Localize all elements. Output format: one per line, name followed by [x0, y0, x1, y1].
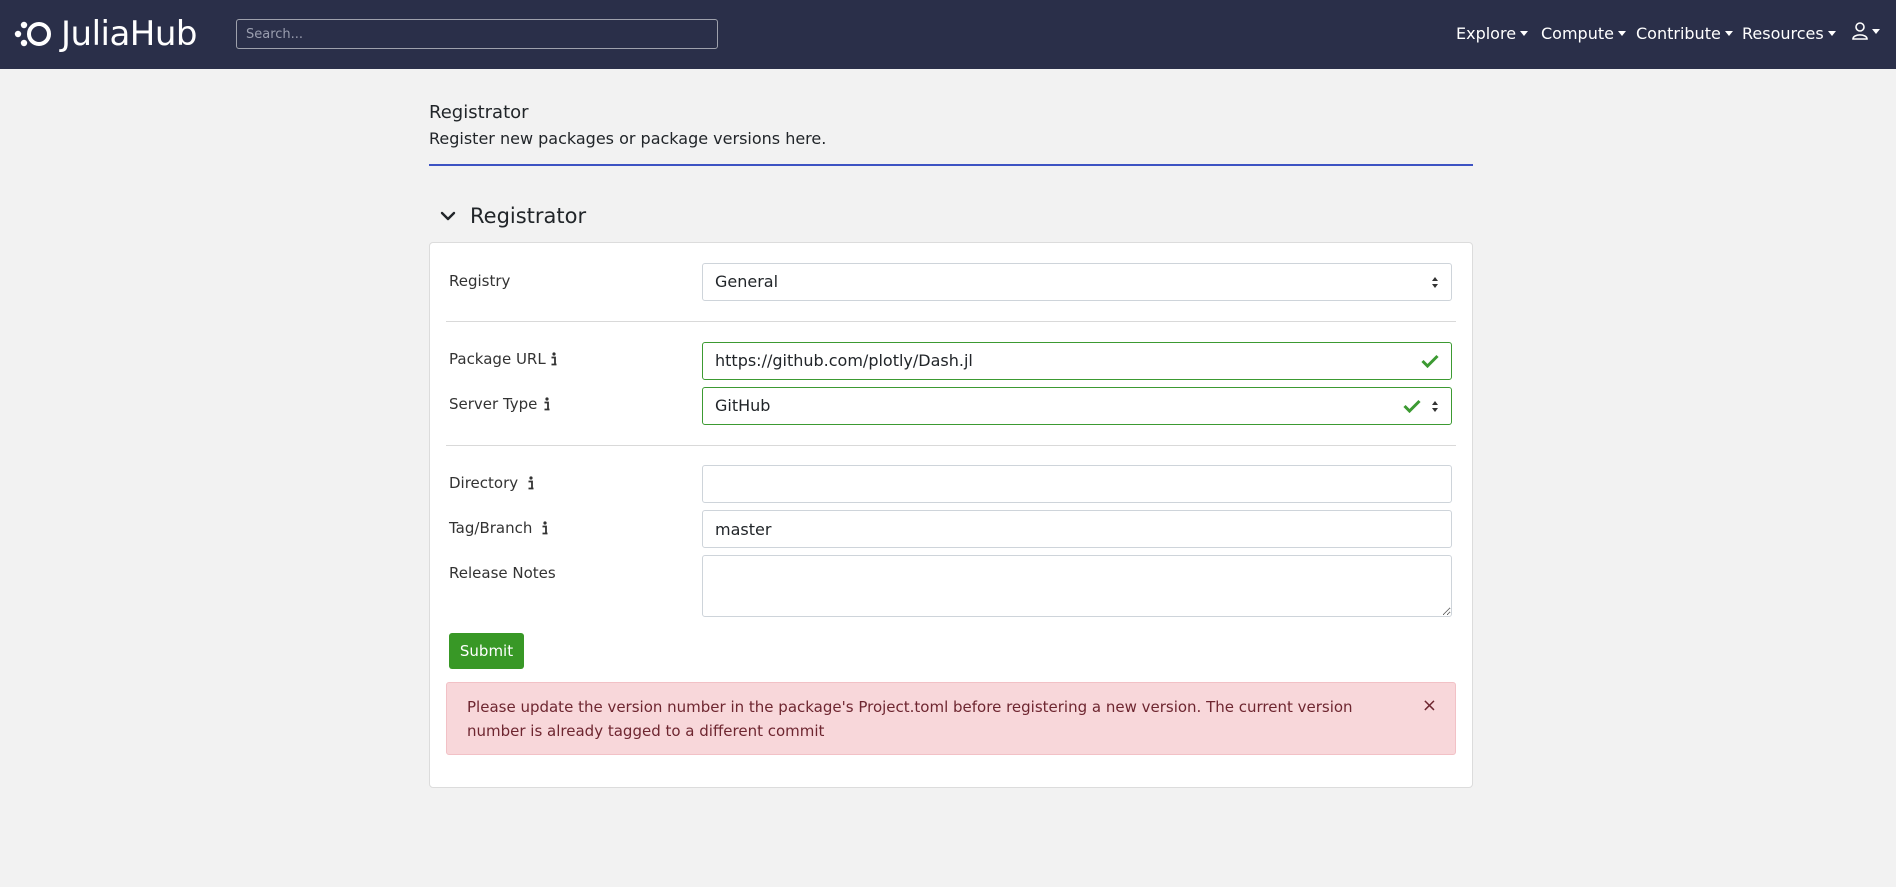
nav-contribute-label: Contribute	[1636, 24, 1721, 43]
nav-compute-label: Compute	[1541, 24, 1614, 43]
info-icon[interactable]	[550, 352, 558, 367]
close-icon[interactable]: ×	[1422, 695, 1437, 717]
directory-label: Directory	[449, 474, 519, 492]
brand-logo[interactable]: JuliaHub	[13, 14, 198, 54]
search-input[interactable]	[236, 19, 718, 49]
nav-contribute[interactable]: Contribute	[1636, 22, 1733, 46]
registry-select[interactable]: General	[702, 263, 1452, 301]
nav-explore-label: Explore	[1456, 24, 1517, 43]
select-arrows-icon	[1432, 401, 1438, 412]
caret-down-icon	[1617, 31, 1626, 36]
check-icon	[1403, 399, 1421, 413]
nav-explore[interactable]: Explore	[1456, 22, 1529, 46]
nav-resources[interactable]: Resources	[1742, 22, 1836, 46]
package-url-input[interactable]: https://github.com/plotly/Dash.jl	[702, 342, 1452, 380]
info-icon[interactable]	[543, 397, 551, 412]
registry-label: Registry	[449, 272, 511, 290]
release-notes-label: Release Notes	[449, 564, 556, 582]
chevron-down-icon	[440, 211, 456, 221]
check-icon	[1421, 354, 1439, 368]
package-url-value: https://github.com/plotly/Dash.jl	[715, 351, 973, 370]
package-url-label: Package URL	[449, 350, 546, 368]
registrator-section-toggle[interactable]: Registrator	[440, 202, 586, 230]
caret-down-icon	[1827, 31, 1836, 36]
alert-message: Please update the version number in the …	[467, 698, 1353, 740]
user-menu[interactable]	[1852, 22, 1880, 40]
server-type-label: Server Type	[449, 395, 538, 413]
info-icon[interactable]	[541, 521, 549, 536]
server-type-value: GitHub	[715, 396, 771, 415]
section-title: Registrator	[470, 204, 587, 228]
caret-down-icon	[1872, 28, 1880, 34]
navbar: JuliaHub Explore Compute Contribute Reso…	[0, 0, 1896, 69]
form-divider	[446, 321, 1456, 322]
julia-logo-icon	[14, 21, 51, 47]
page-title: Registrator	[429, 102, 529, 123]
release-notes-textarea[interactable]	[702, 555, 1452, 617]
nav-resources-label: Resources	[1742, 24, 1824, 43]
caret-down-icon	[1724, 31, 1733, 36]
server-type-select[interactable]: GitHub	[702, 387, 1452, 425]
user-icon	[1852, 22, 1868, 40]
error-alert: Please update the version number in the …	[446, 682, 1456, 755]
tag-branch-label: Tag/Branch	[449, 519, 533, 537]
directory-input[interactable]	[702, 465, 1452, 503]
registry-value: General	[715, 272, 779, 291]
tag-branch-input[interactable]	[702, 510, 1452, 548]
page-description: Register new packages or package version…	[429, 129, 827, 148]
nav-compute[interactable]: Compute	[1541, 22, 1626, 46]
select-arrows-icon	[1432, 277, 1438, 288]
header-divider	[429, 164, 1473, 166]
caret-down-icon	[1520, 31, 1529, 36]
info-icon[interactable]	[527, 476, 535, 491]
submit-button[interactable]: Submit	[449, 633, 524, 669]
form-divider	[446, 445, 1456, 446]
brand-name: JuliaHub	[61, 14, 198, 54]
